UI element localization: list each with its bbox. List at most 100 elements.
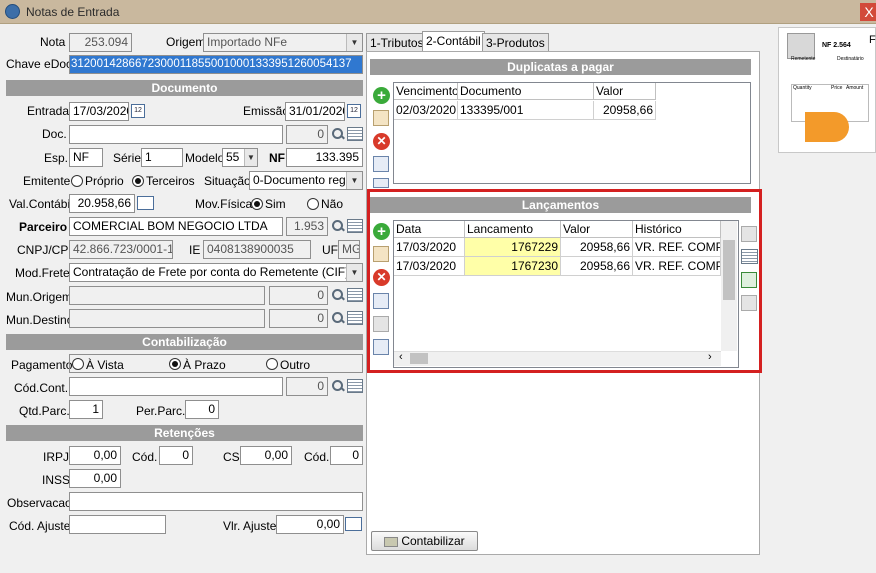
col-valor[interactable]: Valor [594,83,656,100]
parceiro-code-field[interactable]: 1.953 [286,217,328,236]
section-retencoes: Retenções [6,425,363,441]
ie-label: IE [189,243,201,257]
section-contabilizacao: Contabilização [6,334,363,350]
duplicata-documento[interactable]: 133395/001 [458,101,594,120]
modfrete-value: Contratação de Frete por conta do Remete… [73,265,350,279]
list-icon[interactable] [347,127,363,141]
doc-code-field[interactable]: 0 [286,125,328,144]
cnpj-label: CNPJ/CPF [17,243,76,257]
close-button[interactable]: X [860,3,876,21]
chevron-down-icon: ▼ [346,34,362,51]
uf-field[interactable]: MG [338,240,360,259]
inss-field[interactable]: 0,00 [69,469,121,488]
pagamento-avista-radio[interactable] [72,358,84,370]
qtdparc-field[interactable]: 1 [69,400,103,419]
emitente-proprio-label: Próprio [85,174,124,188]
modelo-select[interactable]: 55 ▼ [222,148,258,167]
col-vencimento[interactable]: Vencimento [394,83,458,100]
search-icon[interactable] [331,219,345,233]
serie-field[interactable]: 1 [141,148,183,167]
perparc-field[interactable]: 0 [185,400,219,419]
mundestino-code-field[interactable]: 0 [269,309,328,328]
delete-duplicata-button[interactable]: ✕ [373,133,390,150]
nf-field[interactable]: 133.395 [286,148,363,167]
codcont-field[interactable] [69,377,283,396]
esp-label: Esp. [44,151,69,165]
doc-field[interactable] [69,125,283,144]
document-icon[interactable] [373,178,389,188]
nf-price: Price [831,85,843,91]
emissao-label: Emissão [243,104,290,118]
nf-destinatario: Destinatário [837,56,864,62]
nota-field[interactable]: 253.094 [69,33,132,52]
modfrete-select[interactable]: Contratação de Frete por conta do Remete… [69,263,363,282]
contabilizar-button[interactable]: Contabilizar [371,531,478,551]
parceiro-field[interactable]: COMERCIAL BOM NEGOCIO LTDA [69,217,283,236]
emissao-field[interactable]: 31/01/2020 [285,102,345,121]
calculator-icon[interactable] [345,517,362,531]
cs-label: CS [223,450,240,464]
duplicata-valor[interactable]: 20958,66 [594,101,656,120]
cs-field[interactable]: 0,00 [240,446,292,465]
list-icon[interactable] [347,311,363,325]
movfisica-nao-radio[interactable] [307,198,319,210]
parceiro-label: Parceiro [19,220,68,234]
pagamento-outro-label: Outro [280,358,311,372]
modelo-label: Modelo [185,151,225,165]
section-documento: Documento [6,80,363,96]
pagamento-aprazo-radio[interactable] [169,358,181,370]
cnpj-field[interactable]: 42.866.723/0001-18 [69,240,173,259]
valcontabil-field[interactable]: 20.958,66 [69,194,135,213]
cod1-field[interactable]: 0 [159,446,193,465]
codajuste-field[interactable] [69,515,166,534]
search-icon[interactable] [331,127,345,141]
arrow-icon [805,112,849,142]
list-icon[interactable] [347,288,363,302]
observacao-field[interactable] [69,492,363,511]
search-icon[interactable] [331,288,345,302]
codcont-code-field[interactable]: 0 [286,377,328,396]
vlrajuste-field[interactable]: 0,00 [276,515,344,534]
cod2-field[interactable]: 0 [330,446,363,465]
codcont-label: Cód.Cont. [14,381,69,395]
search-icon[interactable] [331,379,345,393]
origem-select[interactable]: Importado NFe ▼ [203,33,363,52]
nf-number: NF 2.564 [822,42,851,49]
calculator-icon[interactable] [137,196,154,210]
munorigem-field[interactable] [69,286,265,305]
col-documento[interactable]: Documento [458,83,594,100]
chevron-down-icon: ▼ [346,264,362,281]
emitente-proprio-radio[interactable] [71,175,83,187]
codajuste-label: Cód. Ajuste [9,519,71,533]
movfisica-sim-radio[interactable] [251,198,263,210]
add-duplicata-button[interactable]: + [373,87,390,104]
edit-duplicata-icon[interactable] [373,110,389,126]
calendar-icon[interactable]: 12 [347,104,361,118]
tab-contabil[interactable]: 2-Contábil [422,31,485,53]
chave-field[interactable]: 3120014286672300011855001000133395126005… [69,55,363,74]
list-icon[interactable] [347,379,363,393]
list-icon[interactable] [347,219,363,233]
emitente-terceiros-radio[interactable] [132,175,144,187]
esp-field[interactable]: NF [69,148,103,167]
qtdparc-label: Qtd.Parc. [19,404,70,418]
contabilizar-label: Contabilizar [401,534,465,548]
mundestino-field[interactable] [69,309,265,328]
tab-produtos[interactable]: 3-Produtos [482,33,549,53]
document-icon[interactable] [373,156,389,172]
irpj-label: IRPJ [43,450,70,464]
ie-field[interactable]: 0408138900035 [203,240,311,259]
munorigem-code-field[interactable]: 0 [269,286,328,305]
nf-quantity: Quantity [793,85,812,91]
duplicata-vencimento[interactable]: 02/03/2020 [394,101,458,120]
valcontabil-label: Val.Contábil [9,197,73,211]
calendar-icon[interactable]: 12 [131,104,145,118]
inss-label: INSS [42,473,71,487]
search-icon[interactable] [331,311,345,325]
situacao-select[interactable]: 0-Documento regular ▼ [249,171,363,190]
irpj-field[interactable]: 0,00 [69,446,121,465]
tab-tributos[interactable]: 1-Tributos [366,33,428,53]
app-icon [5,4,20,19]
entrada-field[interactable]: 17/03/2020 [69,102,129,121]
pagamento-outro-radio[interactable] [266,358,278,370]
